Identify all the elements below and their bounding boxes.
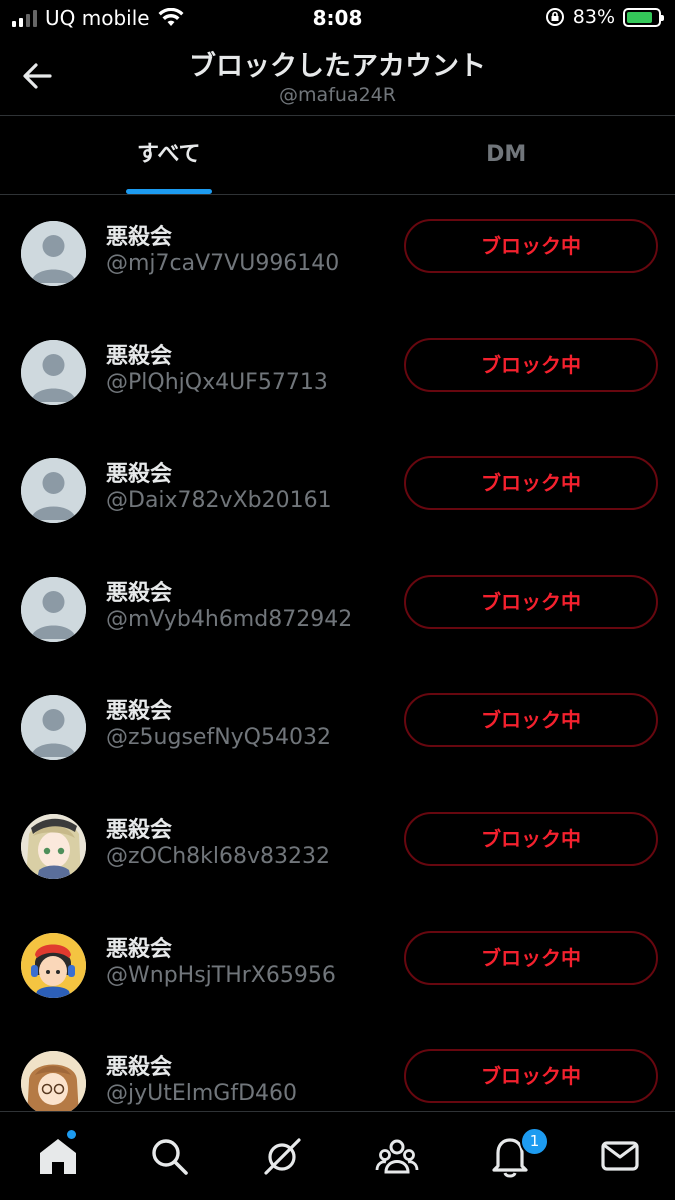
spaces-icon[interactable] (260, 1134, 304, 1178)
communities-icon[interactable] (375, 1134, 419, 1178)
active-tab-indicator (125, 189, 212, 194)
account-handle: @zOCh8kl68v83232 (106, 843, 331, 869)
home-unread-dot (67, 1130, 76, 1139)
account-name: 悪殺会 (106, 343, 173, 369)
default-avatar-icon[interactable] (21, 695, 86, 761)
account-name: 悪殺会 (106, 462, 173, 488)
blocked-button[interactable]: ブロック中 (404, 1049, 658, 1104)
list-item[interactable]: 悪殺会 @WnpHsjTHrX65956 ブロック中 (0, 907, 675, 1026)
account-handle: @Daix782vXb20161 (106, 488, 332, 514)
list-item[interactable]: 悪殺会 @Daix782vXb20161 ブロック中 (0, 432, 675, 551)
account-handle: @mafua24R (279, 84, 396, 106)
tab-all-label: すべて (136, 142, 201, 167)
account-name: 悪殺会 (106, 580, 173, 606)
account-name: 悪殺会 (106, 225, 173, 250)
default-avatar-icon[interactable] (21, 339, 86, 405)
tab-bar: すべて DM (0, 115, 675, 195)
blocked-button[interactable]: ブロック中 (404, 337, 658, 392)
blocked-button[interactable]: ブロック中 (404, 693, 658, 748)
account-handle: @z5ugsefNyQ54032 (106, 725, 331, 751)
list-item[interactable]: 悪殺会 @PlQhjQx4UF57713 ブロック中 (0, 314, 675, 433)
account-handle: @PlQhjQx4UF57713 (106, 369, 328, 395)
account-handle: @mj7caV7VU996140 (106, 251, 340, 276)
home-icon[interactable] (36, 1134, 80, 1178)
bottom-nav (0, 1111, 675, 1200)
tab-all[interactable]: すべて (0, 116, 338, 194)
account-name: 悪殺会 (106, 699, 173, 725)
blocked-button[interactable]: ブロック中 (404, 574, 658, 629)
blocked-accounts-list: 悪殺会 @mj7caV7VU996140 ブロック中 悪殺会 @PlQhjQx4… (0, 195, 675, 1144)
rotation-lock-icon (545, 8, 564, 26)
notification-badge: 1 (520, 1127, 549, 1156)
status-bar: UQ mobile 8:08 83% (0, 0, 675, 38)
anime-girl-avatar[interactable] (21, 813, 86, 879)
tab-dm-label: DM (486, 142, 527, 167)
list-item[interactable]: 悪殺会 @mj7caV7VU996140 ブロック中 (0, 195, 675, 314)
list-item[interactable]: 悪殺会 @z5ugsefNyQ54032 ブロック中 (0, 669, 675, 788)
page-header: ブロックしたアカウント @mafua24R (0, 38, 675, 115)
default-avatar-icon[interactable] (21, 576, 86, 642)
blocked-button[interactable]: ブロック中 (404, 930, 658, 985)
tab-dm[interactable]: DM (338, 116, 675, 194)
battery-percent: 83% (572, 6, 615, 28)
account-handle: @WnpHsjTHrX65956 (106, 962, 336, 988)
page-title: ブロックしたアカウント (189, 51, 486, 82)
blocked-button[interactable]: ブロック中 (404, 456, 658, 511)
account-handle: @jyUtElmGfD460 (106, 1081, 298, 1107)
boy-headphones-avatar[interactable] (21, 932, 86, 998)
account-name: 悪殺会 (106, 1055, 173, 1081)
default-avatar-icon[interactable] (21, 458, 86, 524)
list-item[interactable]: 悪殺会 @mVyb4h6md872942 ブロック中 (0, 551, 675, 670)
messages-icon[interactable] (598, 1134, 642, 1178)
default-avatar-icon[interactable] (21, 221, 86, 286)
girl-glasses-avatar[interactable] (21, 1051, 86, 1117)
account-name: 悪殺会 (106, 936, 173, 962)
account-name: 悪殺会 (106, 817, 173, 843)
blocked-button[interactable]: ブロック中 (404, 811, 658, 866)
search-icon[interactable] (147, 1134, 191, 1178)
battery-icon (623, 7, 664, 27)
list-item[interactable]: 悪殺会 @zOCh8kl68v83232 ブロック中 (0, 788, 675, 907)
account-handle: @mVyb4h6md872942 (106, 606, 353, 632)
blocked-button[interactable]: ブロック中 (404, 219, 658, 273)
